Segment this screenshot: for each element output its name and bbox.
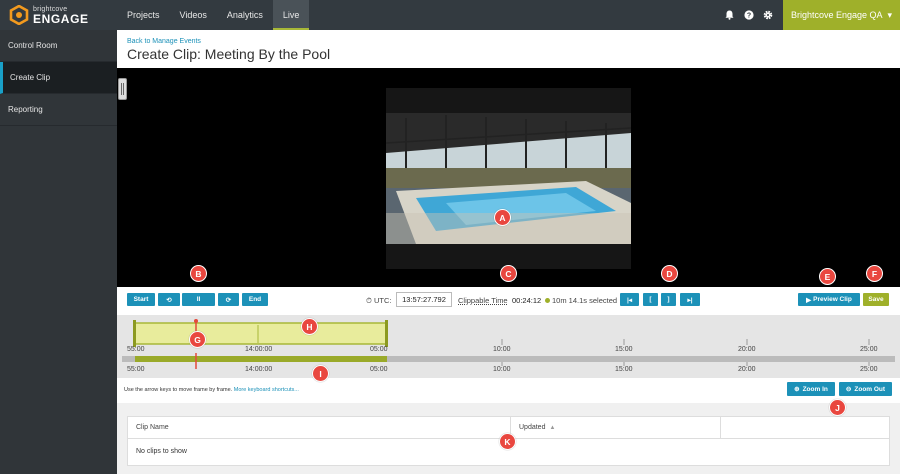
callout-d: D	[661, 265, 678, 282]
sidebar-item-create-clip[interactable]: Create Clip	[0, 62, 117, 94]
player-resize-handle[interactable]	[118, 78, 127, 100]
account-menu[interactable]: Brightcove Engage QA ▾	[783, 0, 900, 30]
tick-label: 55:00	[127, 366, 145, 373]
callout-a: A	[494, 209, 511, 226]
rewind-button[interactable]: ⟲	[158, 293, 180, 306]
play-circle-icon: ▶	[806, 296, 812, 304]
top-nav: brightcove ENGAGE Projects Videos Analyt…	[0, 0, 900, 30]
help-icon[interactable]: ?	[739, 0, 758, 30]
keyboard-hint: Use the arrow keys to move frame by fram…	[124, 387, 299, 393]
svg-text:?: ?	[746, 13, 750, 20]
pause-button[interactable]: II	[182, 293, 215, 306]
set-out-point-button[interactable]: ]	[661, 293, 676, 306]
callout-i: I	[312, 365, 329, 382]
zoom-out-button[interactable]: ⊖ Zoom Out	[839, 382, 892, 396]
callout-g: G	[189, 331, 206, 348]
keyboard-shortcuts-link[interactable]: More keyboard shortcuts...	[234, 387, 299, 393]
in-point-handle	[133, 320, 136, 347]
callout-b: B	[190, 265, 207, 282]
sidebar-item-reporting[interactable]: Reporting	[0, 94, 117, 126]
video-thumbnail	[386, 113, 631, 244]
nav-live[interactable]: Live	[272, 0, 310, 30]
tick-label: 15:00	[615, 366, 633, 373]
preview-clip-button[interactable]: ▶ Preview Clip	[798, 293, 860, 306]
forward-button[interactable]: ⟳	[218, 293, 239, 306]
end-button[interactable]: End	[242, 293, 268, 306]
column-header-actions	[721, 417, 889, 438]
sidebar: Control Room Create Clip Reporting	[0, 30, 117, 474]
back-link[interactable]: Back to Manage Events	[127, 38, 201, 45]
tick-label: 14:00:00	[245, 346, 273, 353]
selection-duration: 10m 14.1s selected	[545, 296, 617, 305]
bell-icon[interactable]	[720, 0, 739, 30]
account-label: Brightcove Engage QA	[790, 10, 883, 20]
utc-label: ⏱ UTC:	[366, 296, 392, 305]
clip-selection-range	[134, 322, 388, 345]
overview-selection	[135, 356, 387, 362]
callout-e: E	[819, 268, 836, 285]
utc-input[interactable]: 13:57:27.792	[396, 292, 452, 307]
tick-label: 10:00	[493, 346, 511, 353]
tick-label: 25:00	[860, 366, 878, 373]
tick-label: 55:00	[127, 346, 145, 353]
clock-icon: ⏱	[366, 296, 372, 305]
chevron-down-icon: ▾	[887, 9, 893, 20]
sort-ascending-icon: ▲	[549, 424, 556, 431]
callout-h: H	[301, 318, 318, 335]
tick-label: 20:00	[738, 366, 756, 373]
tick-label: 20:00	[738, 346, 756, 353]
brand-large: ENGAGE	[33, 11, 89, 26]
zoom-out-icon: ⊖	[845, 386, 852, 393]
go-to-end-button[interactable]: ▸|	[680, 293, 700, 306]
clippable-time-label: Clippable Time	[458, 296, 508, 305]
column-header-updated[interactable]: Updated ▲	[511, 417, 721, 438]
zoom-in-icon: ⊕	[794, 386, 800, 393]
selection-dot-icon	[545, 298, 550, 303]
zoom-in-button[interactable]: ⊕ Zoom In	[787, 382, 835, 396]
tick-label: 05:00	[370, 346, 388, 353]
nav-projects[interactable]: Projects	[117, 0, 170, 30]
go-to-start-button[interactable]: |◂	[620, 293, 639, 306]
brightcove-logo-icon	[9, 5, 29, 25]
gear-icon[interactable]	[758, 0, 777, 30]
callout-f: F	[866, 265, 883, 282]
callout-j: J	[829, 399, 846, 416]
set-in-point-button[interactable]: [	[643, 293, 658, 306]
sidebar-item-control-room[interactable]: Control Room	[0, 30, 117, 62]
column-header-clip-name[interactable]: Clip Name	[128, 417, 511, 438]
tick-label: 10:00	[493, 366, 511, 373]
video-frame[interactable]	[386, 88, 631, 269]
tick-label: 05:00	[370, 366, 388, 373]
page-title: Create Clip: Meeting By the Pool	[127, 46, 331, 62]
brightcove-engage-logo[interactable]: brightcove ENGAGE	[0, 0, 117, 30]
tick-label: 25:00	[860, 346, 878, 353]
callout-c: C	[500, 265, 517, 282]
out-point-handle	[385, 320, 388, 347]
tick-label: 14:00:00	[245, 366, 273, 373]
save-button[interactable]: Save	[863, 293, 889, 306]
callout-k: K	[499, 433, 516, 450]
tick-label: 15:00	[615, 346, 633, 353]
start-button[interactable]: Start	[127, 293, 155, 306]
nav-analytics[interactable]: Analytics	[217, 0, 273, 30]
clippable-time-value: 00:24:12	[512, 296, 542, 305]
nav-videos[interactable]: Videos	[170, 0, 217, 30]
